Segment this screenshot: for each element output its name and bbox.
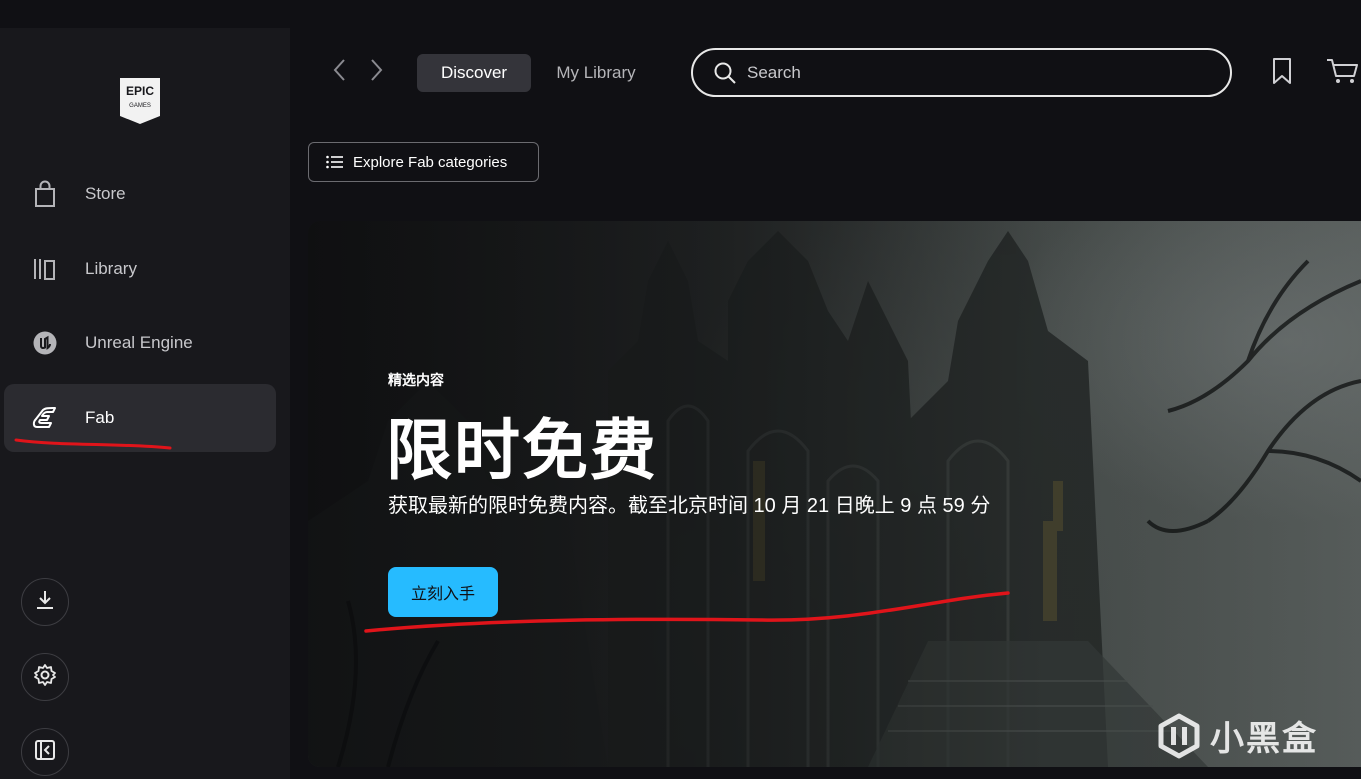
- chevron-right-icon: [370, 58, 384, 87]
- title-bar: [0, 0, 1361, 28]
- collapse-sidebar-button[interactable]: [21, 728, 69, 776]
- sidebar: EPIC GAMES Store Library Unreal Engine F…: [0, 28, 290, 779]
- cart-icon: [1326, 57, 1358, 90]
- download-icon: [34, 589, 56, 616]
- fab-icon: [30, 403, 60, 433]
- search-icon: [713, 61, 737, 85]
- search-bar[interactable]: [691, 48, 1232, 97]
- explore-categories-label: Explore Fab categories: [353, 153, 508, 171]
- logo-text-epic: EPIC: [126, 84, 154, 98]
- back-button[interactable]: [324, 56, 354, 88]
- xiaoheihe-logo-icon: [1158, 713, 1200, 758]
- forward-button[interactable]: [362, 56, 392, 88]
- tab-discover[interactable]: Discover: [417, 54, 531, 92]
- unreal-engine-icon: [30, 328, 60, 358]
- hero-eyebrow: 精选内容: [388, 372, 444, 388]
- sidebar-item-label: Store: [85, 184, 126, 203]
- sidebar-item-label: Unreal Engine: [85, 333, 193, 352]
- settings-button[interactable]: [21, 653, 69, 701]
- sidebar-item-label: Fab: [85, 408, 115, 427]
- sidebar-item-label: Library: [85, 259, 137, 278]
- sidebar-item-fab[interactable]: Fab: [4, 384, 276, 452]
- hero-subtitle: 获取最新的限时免费内容。截至北京时间 10 月 21 日晚上 9 点 59 分: [388, 495, 991, 517]
- list-icon: [326, 154, 344, 170]
- epic-games-logo[interactable]: EPIC GAMES: [118, 76, 162, 126]
- sidebar-item-store[interactable]: Store: [4, 160, 276, 228]
- sidebar-item-library[interactable]: Library: [4, 235, 276, 303]
- cart-button[interactable]: [1326, 56, 1358, 90]
- downloads-button[interactable]: [21, 578, 69, 626]
- watermark-text: 小黑盒: [1210, 720, 1318, 758]
- logo-text-games: GAMES: [129, 103, 151, 109]
- shopping-bag-icon: [30, 179, 60, 209]
- featured-hero-banner[interactable]: 精选内容 限时免费 获取最新的限时免费内容。截至北京时间 10 月 21 日晚上…: [308, 221, 1361, 767]
- library-icon: [30, 254, 60, 284]
- collapse-sidebar-icon: [34, 739, 56, 766]
- search-input[interactable]: [747, 62, 1207, 83]
- chevron-left-icon: [332, 58, 346, 87]
- xiaoheihe-watermark: 小黑盒: [1156, 711, 1318, 760]
- wishlist-button[interactable]: [1266, 56, 1298, 90]
- tab-my-library[interactable]: My Library: [538, 54, 654, 92]
- sidebar-item-unreal-engine[interactable]: Unreal Engine: [4, 309, 276, 377]
- explore-categories-button[interactable]: Explore Fab categories: [308, 142, 539, 182]
- hero-title: 限时免费: [386, 413, 658, 487]
- bookmark-icon: [1271, 57, 1293, 90]
- get-it-now-button[interactable]: 立刻入手: [388, 567, 498, 617]
- gear-icon: [33, 663, 57, 692]
